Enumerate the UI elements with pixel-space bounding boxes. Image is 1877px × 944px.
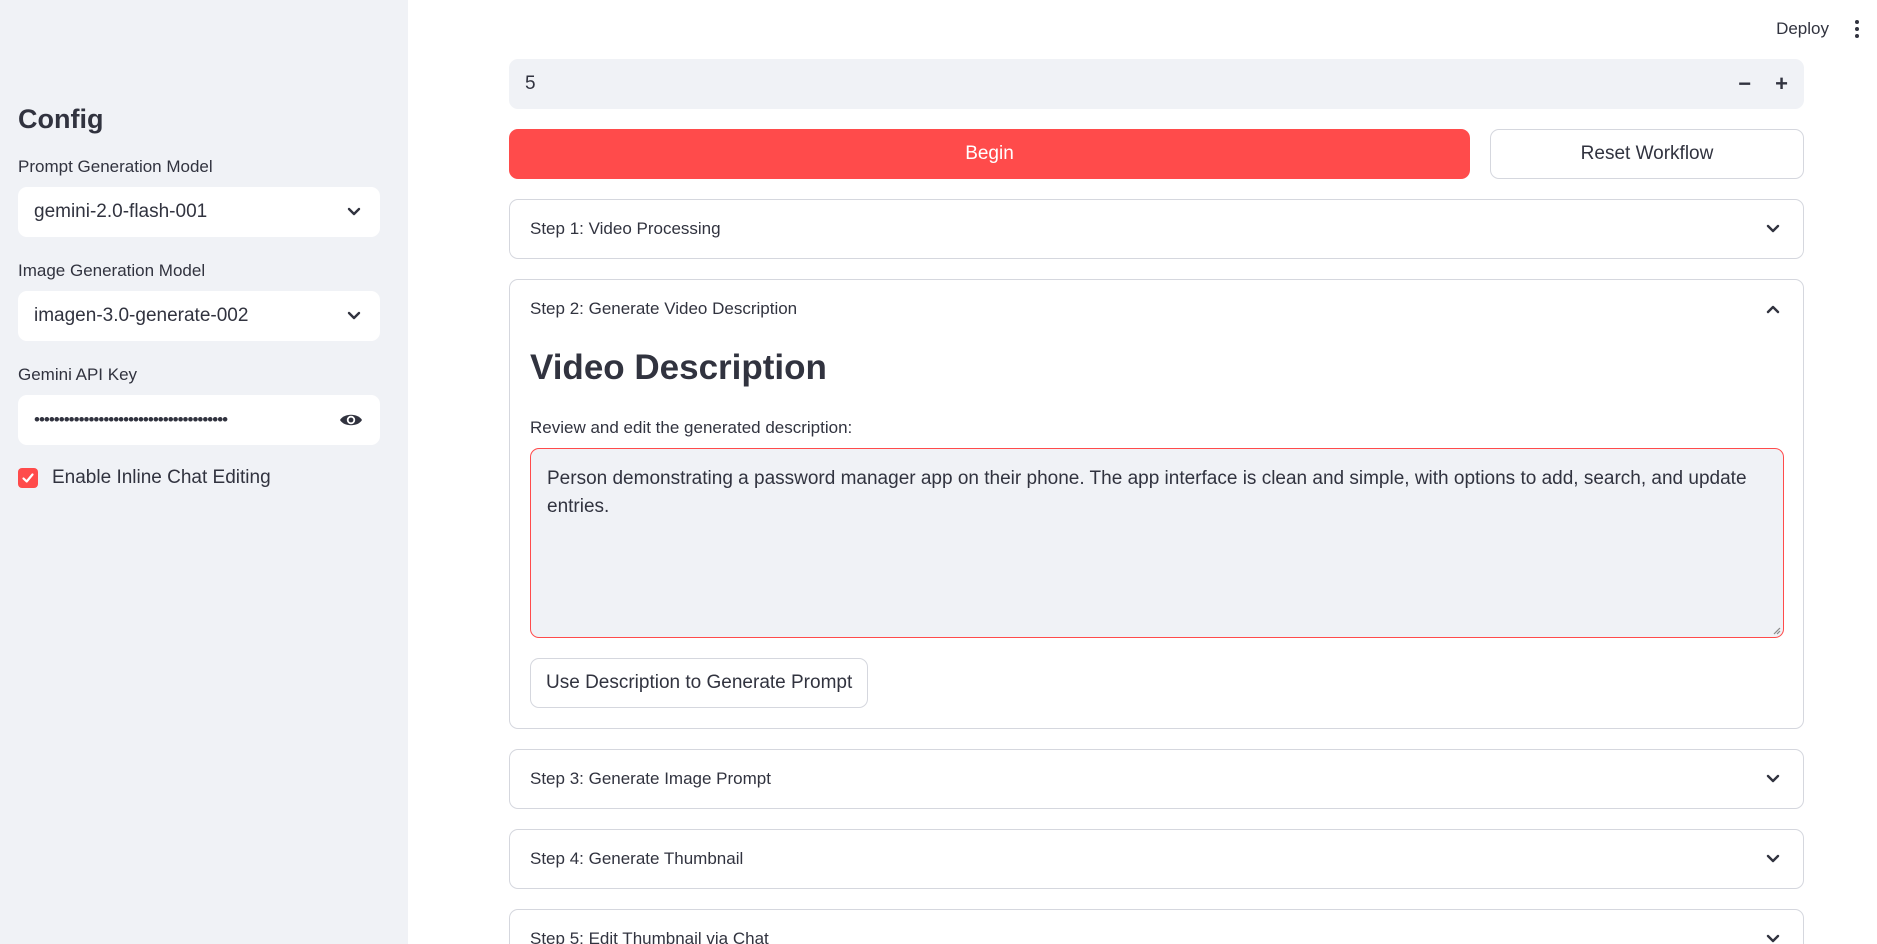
main-area: Deploy 5 − + Begin Reset Workflow Step 1… — [408, 0, 1877, 944]
decrement-button[interactable]: − — [1738, 71, 1751, 97]
step-2-expander: Step 2: Generate Video Description Video… — [509, 279, 1804, 729]
chevron-down-icon — [347, 207, 361, 216]
generate-prompt-button[interactable]: Use Description to Generate Prompt — [530, 658, 869, 708]
step-5-header[interactable]: Step 5: Edit Thumbnail via Chat — [510, 910, 1803, 944]
api-key-field[interactable]: ••••••••••••••••••••••••••••••••••••••• — [18, 395, 380, 445]
description-text: Person demonstrating a password manager … — [547, 468, 1747, 517]
chevron-down-icon — [1766, 934, 1780, 943]
step-4-expander: Step 4: Generate Thumbnail — [509, 829, 1804, 889]
count-number-input[interactable]: 5 − + — [509, 59, 1804, 109]
sidebar-title: Config — [18, 104, 104, 134]
step-2-body: Video Description Review and edit the ge… — [510, 338, 1803, 728]
image-model-select[interactable]: imagen-3.0-generate-002 — [18, 291, 380, 341]
app: Config Prompt Generation Model gemini-2.… — [0, 0, 1877, 944]
prompt-model-label: Prompt Generation Model — [18, 157, 213, 176]
chevron-down-icon — [1766, 774, 1780, 783]
step-1-header[interactable]: Step 1: Video Processing — [510, 200, 1803, 258]
description-textarea-label: Review and edit the generated descriptio… — [530, 418, 853, 437]
content: 5 − + Begin Reset Workflow Step 1: Video… — [509, 59, 1804, 944]
chevron-down-icon — [347, 311, 361, 320]
step-4-header[interactable]: Step 4: Generate Thumbnail — [510, 830, 1803, 888]
sidebar: Config Prompt Generation Model gemini-2.… — [0, 0, 408, 944]
chevron-down-icon — [1766, 854, 1780, 863]
image-model-value: imagen-3.0-generate-002 — [34, 305, 249, 326]
increment-button[interactable]: + — [1775, 71, 1788, 97]
inline-chat-checkbox[interactable]: Enable Inline Chat Editing — [18, 467, 390, 489]
step-3-header[interactable]: Step 3: Generate Image Prompt — [510, 750, 1803, 808]
chevron-up-icon — [1766, 305, 1780, 314]
step-1-expander: Step 1: Video Processing — [509, 199, 1804, 259]
count-value: 5 — [525, 73, 536, 94]
resize-handle-icon[interactable] — [1771, 625, 1781, 635]
step-1-label: Step 1: Video Processing — [530, 219, 721, 238]
begin-button[interactable]: Begin — [509, 129, 1470, 179]
action-buttons: Begin Reset Workflow — [509, 129, 1804, 179]
reset-workflow-button[interactable]: Reset Workflow — [1490, 129, 1804, 179]
step-4-label: Step 4: Generate Thumbnail — [530, 849, 744, 868]
prompt-model-select[interactable]: gemini-2.0-flash-001 — [18, 187, 380, 237]
quantity-stepper: − + — [1738, 71, 1788, 97]
api-key-label: Gemini API Key — [18, 365, 138, 384]
prompt-model-value: gemini-2.0-flash-001 — [34, 201, 208, 222]
eye-icon[interactable] — [338, 407, 364, 433]
video-description-heading: Video Description — [530, 348, 827, 387]
step-2-label: Step 2: Generate Video Description — [530, 299, 798, 318]
step-5-label: Step 5: Edit Thumbnail via Chat — [530, 929, 769, 944]
api-key-value: ••••••••••••••••••••••••••••••••••••••• — [34, 410, 228, 429]
image-model-label: Image Generation Model — [18, 261, 206, 280]
top-bar: Deploy — [1776, 18, 1877, 40]
step-2-header[interactable]: Step 2: Generate Video Description — [510, 280, 1803, 338]
step-3-label: Step 3: Generate Image Prompt — [530, 769, 771, 788]
inline-chat-label: Enable Inline Chat Editing — [52, 467, 271, 488]
kebab-menu-icon[interactable] — [1849, 18, 1865, 40]
deploy-button[interactable]: Deploy — [1776, 19, 1829, 39]
description-textarea[interactable]: Person demonstrating a password manager … — [530, 448, 1784, 638]
checkmark-icon — [22, 473, 34, 483]
chevron-down-icon — [1766, 224, 1780, 233]
step-5-expander: Step 5: Edit Thumbnail via Chat — [509, 909, 1804, 944]
checkbox-box[interactable] — [18, 468, 38, 488]
step-3-expander: Step 3: Generate Image Prompt — [509, 749, 1804, 809]
